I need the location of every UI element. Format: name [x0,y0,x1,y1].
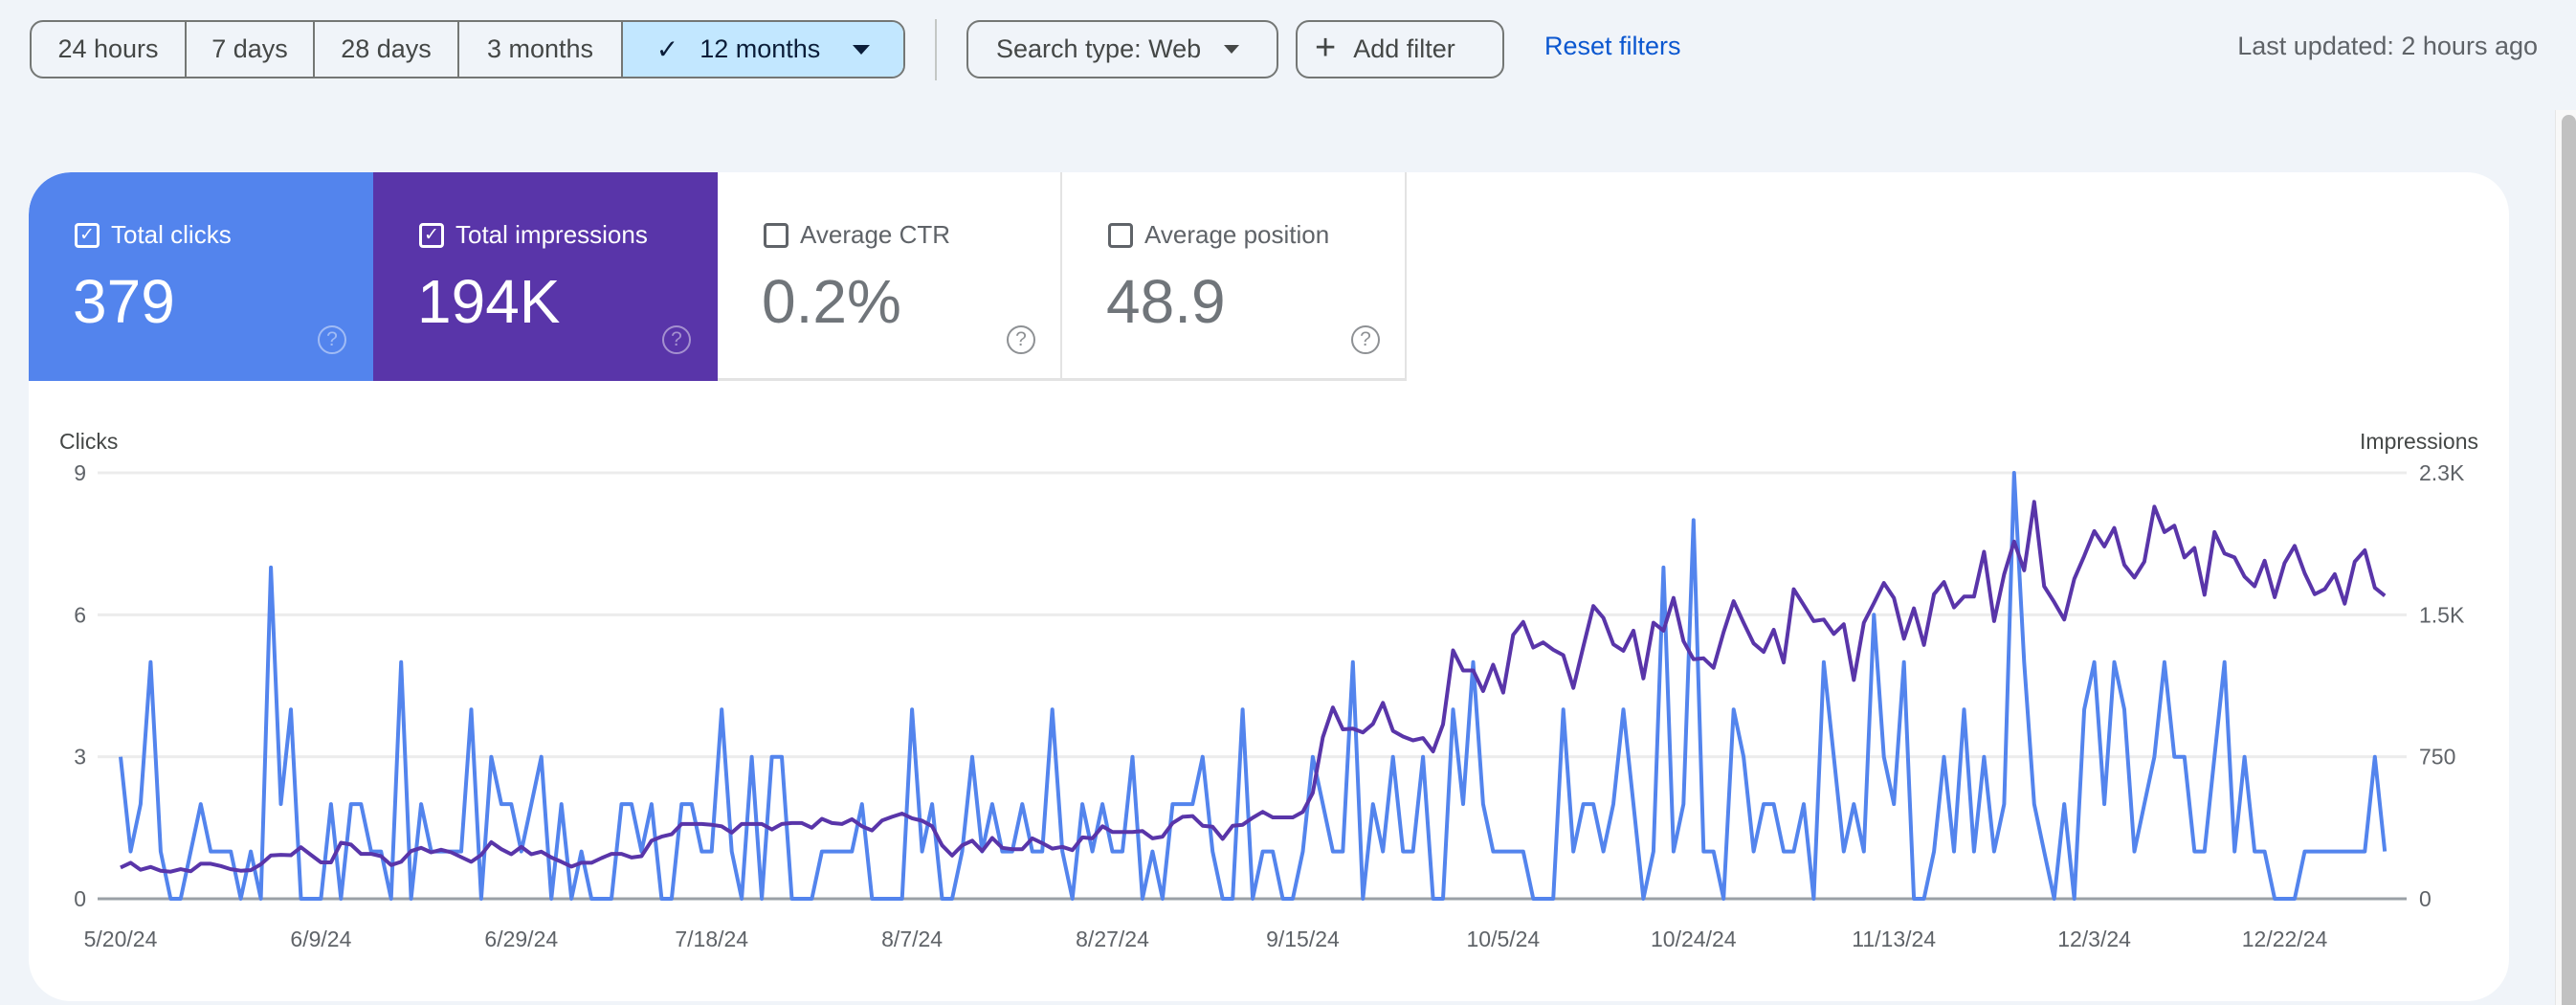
y-axis-left: 0 3 6 9 [74,460,86,911]
y-right-tick-label: 750 [2419,745,2455,770]
x-tick-label: 6/9/24 [290,927,351,951]
x-tick-label: 12/3/24 [2057,927,2131,951]
y-axis-left-title: Clicks [59,429,118,454]
x-tick-label: 7/18/24 [675,927,748,951]
y-left-tick-label: 9 [74,460,86,485]
series-line-impressions [121,502,2385,871]
y-right-tick-label: 1.5K [2419,602,2465,627]
y-left-tick-label: 0 [74,886,86,911]
x-tick-label: 8/7/24 [881,927,943,951]
x-tick-label: 9/15/24 [1266,927,1340,951]
y-right-tick-label: 2.3K [2419,460,2465,485]
performance-chart[interactable]: 0 3 6 9 0 750 1.5K 2.3K 5/20/24 6/9/24 6/29/24 7/… [0,0,2576,1005]
x-tick-label: 6/29/24 [484,927,558,951]
scrollbar-thumb[interactable] [2562,115,2576,1005]
x-tick-label: 8/27/24 [1076,927,1149,951]
y-right-tick-label: 0 [2419,886,2432,911]
y-axis-right: 0 750 1.5K 2.3K [2419,460,2465,911]
y-left-tick-label: 3 [74,745,86,770]
y-left-tick-label: 6 [74,602,86,627]
series-line-clicks [121,473,2385,899]
x-axis: 5/20/24 6/9/24 6/29/24 7/18/24 8/7/24 8/27/24… [84,927,2328,951]
x-tick-label: 10/5/24 [1466,927,1540,951]
chart-series [121,473,2385,899]
x-tick-label: 10/24/24 [1651,927,1737,951]
y-axis-right-title: Impressions [2360,429,2478,454]
x-tick-label: 11/13/24 [1852,927,1936,951]
x-tick-label: 5/20/24 [84,927,158,951]
x-tick-label: 12/22/24 [2242,927,2328,951]
